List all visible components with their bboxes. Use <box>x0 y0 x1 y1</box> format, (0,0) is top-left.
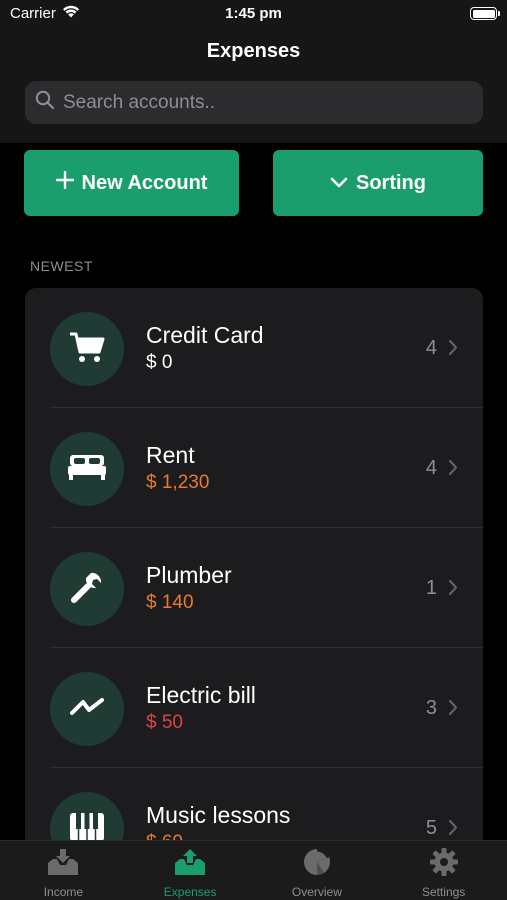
account-name: Credit Card <box>146 322 264 348</box>
tab-label: Settings <box>421 885 466 899</box>
account-icon-circle <box>50 312 124 386</box>
transaction-count: 3 <box>425 697 437 719</box>
list-item[interactable]: Credit Card $ 0 4 <box>25 288 483 408</box>
page-title: Expenses <box>206 40 301 62</box>
account-icon-circle <box>50 552 124 626</box>
list-item[interactable]: Music lessons $ 60 5 <box>25 768 483 848</box>
status-bar: Carrier 1:45 pm <box>0 0 507 30</box>
cart-icon <box>68 330 106 369</box>
tab-label: Expenses <box>163 885 217 899</box>
account-name: Plumber <box>146 562 232 588</box>
chevron-down-icon <box>330 172 348 195</box>
clock: 1:45 pm <box>225 5 282 22</box>
sorting-label: Sorting <box>356 171 426 194</box>
tab-label: Income <box>43 885 84 899</box>
plus-icon <box>55 170 74 195</box>
tab-settings[interactable]: Settings <box>380 841 507 900</box>
chevron-right-icon <box>448 339 458 361</box>
chevron-right-icon <box>448 579 458 601</box>
transaction-count: 1 <box>425 577 437 599</box>
list-item[interactable]: Electric bill $ 50 3 <box>25 648 483 768</box>
tab-bar: Income Expenses Overview Settings <box>0 840 507 900</box>
zigzag-icon <box>69 696 105 723</box>
chevron-right-icon <box>448 819 458 841</box>
accounts-list: Credit Card $ 0 4 Rent $ 1,230 4 Plumber… <box>25 288 483 848</box>
account-name: Music lessons <box>146 802 291 828</box>
sorting-button[interactable]: Sorting <box>273 150 483 216</box>
battery-icon <box>470 7 500 20</box>
tab-expenses[interactable]: Expenses <box>127 841 254 900</box>
chevron-right-icon <box>448 459 458 481</box>
account-amount: $ 1,230 <box>146 472 210 493</box>
search-icon <box>35 90 55 115</box>
list-item[interactable]: Rent $ 1,230 4 <box>25 408 483 528</box>
search-bar[interactable] <box>25 81 483 124</box>
inbox-up-icon <box>173 847 207 882</box>
inbox-down-icon <box>46 847 80 882</box>
account-amount: $ 50 <box>146 712 183 733</box>
bed-icon <box>67 453 107 486</box>
new-account-button[interactable]: New Account <box>24 150 239 216</box>
pie-chart-icon <box>302 847 332 882</box>
transaction-count: 5 <box>425 817 437 839</box>
account-icon-circle <box>50 672 124 746</box>
section-header: NEWEST <box>30 258 93 274</box>
tab-income[interactable]: Income <box>0 841 127 900</box>
gear-icon <box>429 847 459 882</box>
account-amount: $ 140 <box>146 592 194 613</box>
list-item[interactable]: Plumber $ 140 1 <box>25 528 483 648</box>
nav-header: Carrier 1:45 pm Expenses <box>0 0 507 143</box>
account-name: Electric bill <box>146 682 256 708</box>
transaction-count: 4 <box>425 457 437 479</box>
new-account-label: New Account <box>81 171 208 194</box>
account-icon-circle <box>50 432 124 506</box>
tab-label: Overview <box>291 885 342 899</box>
tab-overview[interactable]: Overview <box>254 841 381 900</box>
wrench-icon <box>69 569 105 610</box>
search-input[interactable] <box>63 91 463 114</box>
account-amount: $ 0 <box>146 352 173 373</box>
transaction-count: 4 <box>425 337 437 359</box>
chevron-right-icon <box>448 699 458 721</box>
account-name: Rent <box>146 442 195 468</box>
